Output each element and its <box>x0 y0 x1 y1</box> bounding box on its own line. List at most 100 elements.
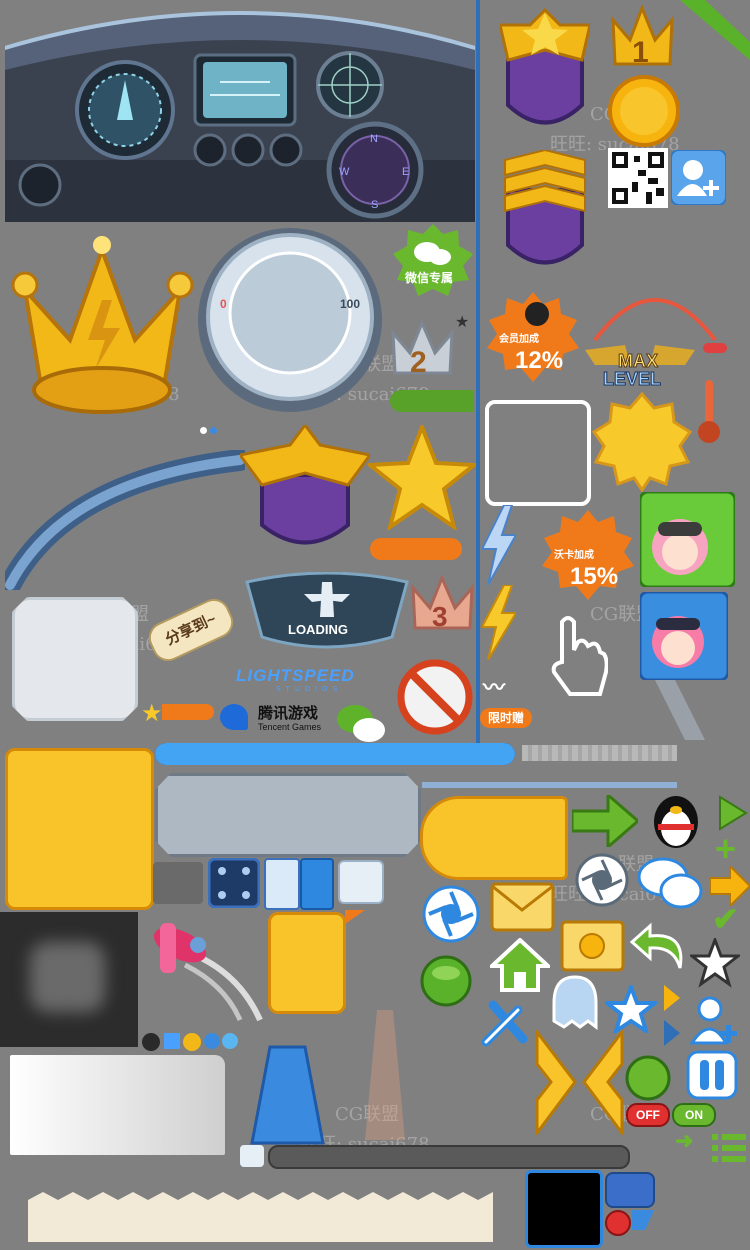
list-icon[interactable] <box>710 1130 748 1166</box>
light-blue-tile <box>264 858 300 910</box>
pager-dot-active <box>200 427 207 434</box>
crown-rank-2: 2 <box>410 346 427 379</box>
add-user-blue-icon[interactable] <box>690 995 740 1047</box>
dial-max-label: 100 <box>340 297 360 311</box>
tencent-en-label: Tencent Games <box>258 722 322 732</box>
curved-health-bar <box>5 450 245 590</box>
empty-avatar-frame[interactable] <box>485 400 591 506</box>
qq-ghost-icon <box>552 975 598 1030</box>
paper-scroll-panel <box>10 1055 225 1155</box>
chat-bubbles-icon[interactable] <box>637 855 705 913</box>
undo-icon[interactable] <box>630 922 686 972</box>
dice-tile-icon[interactable] <box>208 858 260 908</box>
gold-gear-badge <box>592 392 692 492</box>
swatch-blue <box>204 1033 220 1049</box>
green-corner-ribbon <box>680 0 750 60</box>
slider-handle[interactable] <box>240 1145 264 1167</box>
max-level-top: MAX <box>618 351 658 371</box>
coin-mail-icon[interactable] <box>560 920 625 972</box>
settings-tools-icon[interactable] <box>478 995 533 1050</box>
orange-small-bar <box>162 704 214 720</box>
yellow-card[interactable] <box>268 912 346 1014</box>
thermometer-icon <box>698 380 720 443</box>
plus-icon[interactable]: + <box>715 828 736 870</box>
tencent-cn-label: 腾讯游戏 <box>258 705 319 722</box>
play-icon[interactable] <box>718 795 748 831</box>
swatch-dark <box>142 1033 160 1051</box>
torn-paper-strip <box>28 1192 493 1242</box>
triangle-right-icon <box>664 985 680 1011</box>
avatar-pink-pilot[interactable] <box>640 492 735 587</box>
star-shield-icon <box>500 7 590 125</box>
gray-serrated-strip <box>522 745 677 761</box>
green-bar <box>390 390 474 412</box>
chevron-right-gold-icon[interactable] <box>535 1030 577 1135</box>
shadow-box <box>0 912 138 1047</box>
swatch-cyan <box>222 1033 238 1049</box>
black-square-frame[interactable] <box>525 1170 603 1248</box>
card-bonus-badge: 沃卡加成 15% <box>542 510 634 600</box>
red-plane-icon <box>153 923 263 1022</box>
orange-bar <box>370 538 462 560</box>
pale-tile <box>338 860 384 904</box>
lightspeed-title: LIGHTSPEED <box>236 666 355 685</box>
crown-rank-1: 1 <box>632 36 649 69</box>
pager-dot <box>210 427 217 434</box>
vip-bonus-value: 12% <box>515 347 563 374</box>
blue-tile <box>300 858 334 910</box>
column-divider <box>476 0 480 745</box>
gold-star-icon <box>368 425 476 530</box>
green-round-button[interactable] <box>420 955 472 1007</box>
toggle-off-button[interactable]: OFF <box>626 1103 670 1127</box>
blue-corner-tab <box>632 1210 654 1230</box>
max-level-badge: MAX LEVEL <box>585 298 727 390</box>
compass-west: W <box>339 166 350 178</box>
star-badge-blue-icon[interactable] <box>605 985 657 1033</box>
orange-corner-tab <box>345 910 365 924</box>
lightning-blue-icon <box>482 505 516 585</box>
yellow-panel[interactable] <box>5 748 154 910</box>
camera-shutter-icon[interactable] <box>575 853 630 908</box>
swatch-blue-square <box>164 1033 180 1049</box>
wechat-exclusive-badge: 微信专属 <box>393 224 473 296</box>
blue-progress-fill <box>155 743 515 765</box>
shutter-blue-icon[interactable] <box>422 885 480 943</box>
faded-trapezoid <box>365 1010 405 1140</box>
yellow-pill-button[interactable] <box>420 796 568 880</box>
arrow-right-icon[interactable] <box>572 795 638 847</box>
chevron-left-gold-icon[interactable] <box>582 1030 624 1135</box>
silver-crown-icon: 2 <box>391 319 454 379</box>
green-arrow-small-icon[interactable]: ➜ <box>675 1128 693 1154</box>
star-small-gold-icon: ★ <box>141 700 163 727</box>
avatar-pink-pilot-alt[interactable] <box>640 592 728 680</box>
blade-shape <box>655 680 705 740</box>
lightning-gold-icon <box>482 585 516 660</box>
dial-min-label: 0 <box>220 297 227 311</box>
home-icon[interactable] <box>490 938 550 993</box>
qzone-star-icon[interactable] <box>690 938 740 988</box>
add-friend-icon[interactable] <box>671 150 726 205</box>
toggle-on-button[interactable]: ON <box>672 1103 716 1127</box>
pause-button-icon[interactable] <box>686 1050 738 1100</box>
green-ball-button[interactable] <box>625 1055 671 1101</box>
tap-hand-icon <box>551 616 608 696</box>
card-bonus-label: 沃卡加成 <box>554 548 594 561</box>
tencent-games-logo: 腾讯游戏 Tencent Games <box>220 700 335 736</box>
tencent-logo-icon <box>220 704 248 730</box>
lightspeed-subtitle: STUDIOS <box>276 686 343 693</box>
qr-code-icon <box>608 148 668 208</box>
loading-badge: LOADING <box>245 572 409 649</box>
steel-plate-panel <box>155 773 421 857</box>
round-dial[interactable]: 0 100 <box>195 225 385 415</box>
unicom-wave-icon: 〰 <box>483 675 506 700</box>
slider-track[interactable] <box>268 1145 630 1169</box>
wechat-icon <box>337 705 385 742</box>
shadow-box-glow <box>30 942 105 1012</box>
compass-south: S <box>371 199 378 211</box>
triangle-right-blue-icon <box>664 1020 680 1046</box>
share-tag-button[interactable]: 分享到~ <box>143 593 239 667</box>
eagle-shield-icon <box>240 425 370 545</box>
mail-icon[interactable] <box>490 882 555 932</box>
red-dot <box>605 1210 631 1236</box>
light-square-button[interactable] <box>12 597 138 721</box>
